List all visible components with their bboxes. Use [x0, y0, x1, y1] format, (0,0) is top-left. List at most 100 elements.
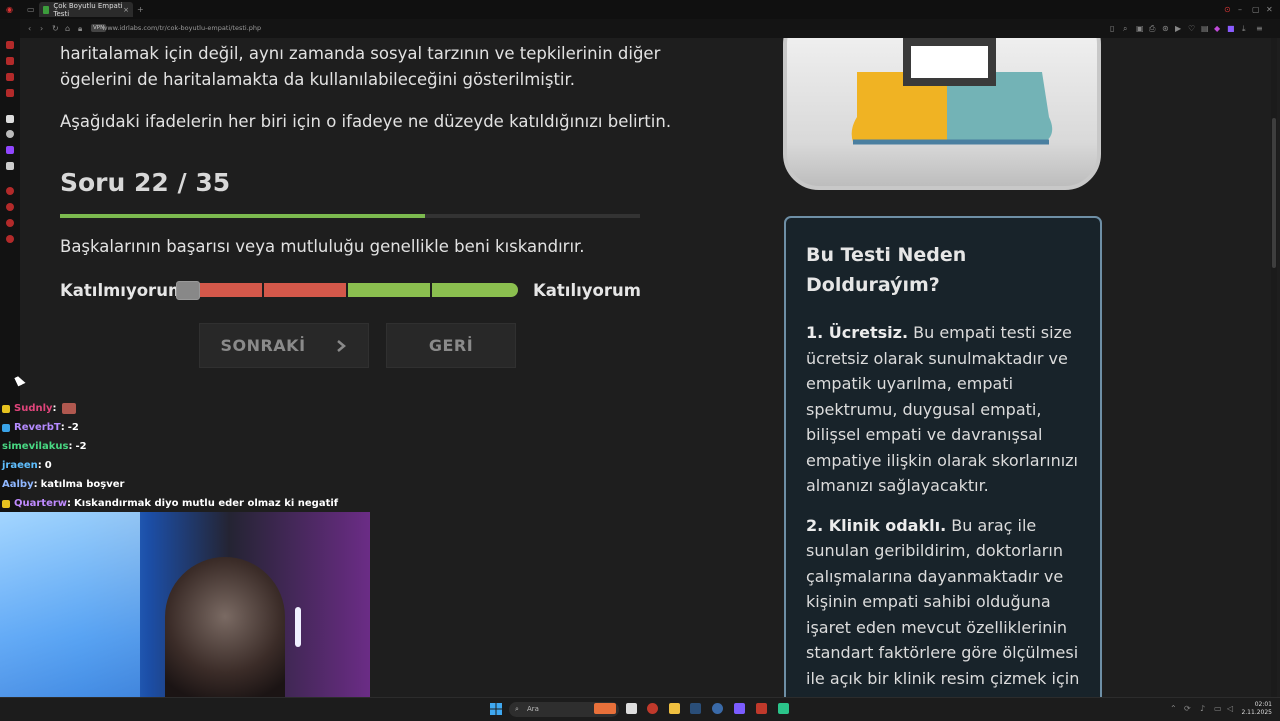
clock-time: 02:01: [1254, 701, 1272, 708]
chat-badge-icon: [2, 423, 10, 432]
tab-list-icon[interactable]: ▭: [27, 0, 35, 19]
sidebar-music-icon[interactable]: [6, 187, 14, 195]
scale-handle[interactable]: [176, 281, 200, 300]
new-tab-icon[interactable]: +: [137, 0, 144, 19]
sidebar-settings-icon[interactable]: [6, 235, 14, 243]
taskbar-steam-icon[interactable]: [690, 703, 701, 714]
screenshot-icon[interactable]: ▣: [1136, 19, 1144, 38]
sidebar-clock-icon[interactable]: [6, 203, 14, 211]
windows-start-icon[interactable]: [490, 703, 502, 715]
chat-username[interactable]: ReverbT: [14, 418, 61, 437]
taskbar-obs-icon[interactable]: [756, 703, 767, 714]
maximize-icon[interactable]: ▢: [1252, 0, 1260, 19]
lock-icon[interactable]: 🔒︎: [78, 19, 82, 38]
scale-segment-3[interactable]: [348, 283, 433, 297]
sidebar-x-icon[interactable]: [6, 162, 14, 170]
chat-username[interactable]: Sudnly: [14, 399, 53, 418]
reason-clinical-line-5: işaret eden mevcut özelliklerinin: [806, 617, 1067, 637]
reason-free-line-7: almanızı sağlayacaktır.: [806, 476, 989, 495]
taskbar-opera-icon[interactable]: [647, 703, 658, 714]
close-window-icon[interactable]: ✕: [1266, 0, 1273, 19]
tray-mic-icon[interactable]: ♪: [1200, 698, 1205, 720]
taskbar-app-icon[interactable]: [712, 703, 723, 714]
taskbar-taskview-icon[interactable]: [626, 703, 637, 714]
scale-segment-4[interactable]: [432, 283, 518, 297]
back-button[interactable]: GERİ: [386, 323, 516, 368]
taskbar-spotify-icon[interactable]: [778, 703, 789, 714]
wallet-icon[interactable]: ▤: [1201, 19, 1209, 38]
stream-chat-overlay: Sudnly : ReverbT : -2 simevilakus : -2 jraeen…: [2, 399, 372, 513]
why-card-title: Bu Testi Neden Dolduraýım?: [806, 240, 1080, 300]
reader-icon[interactable]: ▯: [1110, 19, 1114, 38]
tab-close-icon[interactable]: ×: [123, 6, 129, 14]
sidebar-openai-icon[interactable]: [6, 130, 14, 138]
forward-icon[interactable]: ›: [40, 19, 43, 38]
question-counter: Soru 22 / 35: [60, 168, 231, 197]
why-take-test-card: Bu Testi Neden Dolduraýım? 1. Ücretsiz. …: [784, 216, 1102, 700]
chevron-right-icon: [336, 339, 346, 352]
chat-message: simevilakus : -2: [2, 437, 372, 456]
taskbar-widget-icon[interactable]: [594, 703, 616, 714]
sidebar-twitch-icon[interactable]: [6, 146, 14, 154]
taskbar-discord-icon[interactable]: [734, 703, 745, 714]
next-button[interactable]: SONRAKİ: [199, 323, 369, 368]
sidebar-bag-icon[interactable]: [6, 57, 14, 65]
clock-date: 2.11.2025: [1241, 709, 1272, 716]
tray-chevron-icon[interactable]: ⌃: [1170, 698, 1177, 720]
chat-username[interactable]: Aalby: [2, 475, 34, 494]
bookmark-icon[interactable]: ⎙: [1149, 19, 1155, 38]
question-text: Başkalarının başarısı veya mutluluğu gen…: [60, 237, 585, 256]
sidebar-game-icon[interactable]: [6, 89, 14, 97]
reason-clinical-line-1: Bu araç ile: [946, 515, 1037, 535]
chat-badge-icon: [2, 404, 10, 413]
reason-free-line-6: empatiye ilişkin olarak skorlarınızı: [806, 450, 1078, 470]
history-icon[interactable]: ⊛: [1162, 19, 1169, 38]
sidebar-home-icon[interactable]: [6, 41, 14, 49]
tray-network-icon[interactable]: ⟳: [1184, 698, 1191, 720]
site-favicon-icon: [43, 5, 50, 14]
tab-empati-testi[interactable]: Çok Boyutlu Empati Testi ×: [39, 2, 133, 18]
tray-volume-icon[interactable]: ◁: [1227, 698, 1233, 720]
reason-clinical-line-3: çalışmalarına dayanmaktadır ve: [806, 566, 1064, 586]
next-button-label: SONRAKİ: [220, 336, 306, 355]
extension-icon[interactable]: ◆: [1214, 19, 1220, 38]
profile-icon[interactable]: ■: [1227, 19, 1235, 38]
back-icon[interactable]: ‹: [28, 19, 31, 38]
tray-monitor-icon[interactable]: ▭: [1214, 698, 1222, 720]
download-icon[interactable]: ⤓: [1242, 19, 1246, 38]
back-button-label: GERİ: [428, 336, 474, 355]
sidebar-chat-icon[interactable]: [6, 73, 14, 81]
chat-message: Quarterw : Kıskandırmak diyo mutlu eder o…: [2, 494, 372, 513]
sidebar-app-icon[interactable]: [6, 115, 14, 123]
chat-message: Aalby : katılma boşver: [2, 475, 372, 494]
menu-icon[interactable]: ≡: [1256, 19, 1263, 38]
url-field[interactable]: www.idrlabs.com/tr/cok-boyutlu-empati/te…: [102, 19, 261, 38]
chat-badge-icon: [2, 499, 10, 508]
system-clock[interactable]: 02:01 2.11.2025: [1238, 701, 1272, 717]
reload-icon[interactable]: ↻: [52, 19, 59, 38]
chat-separator: :: [68, 441, 73, 452]
reason-clinical-line-6: standart faktörlere göre ölçülmesi: [806, 643, 1079, 662]
sidebar-history-icon[interactable]: [6, 219, 14, 227]
chat-username[interactable]: Quarterw: [14, 494, 67, 513]
snap-icon[interactable]: ⊙: [1224, 0, 1231, 19]
home-icon[interactable]: ⌂: [65, 19, 70, 38]
scale-segment-2[interactable]: [264, 283, 349, 297]
agreement-scale[interactable]: [178, 283, 518, 297]
chat-text: katılma boşver: [40, 479, 125, 490]
heart-icon[interactable]: ♡: [1188, 19, 1195, 38]
puzzle-logo-icon: [851, 38, 1053, 145]
test-logo-image: [783, 38, 1101, 190]
play-icon[interactable]: ▶: [1175, 19, 1181, 38]
scrollbar-thumb[interactable]: [1272, 118, 1276, 268]
taskbar-explorer-icon[interactable]: [669, 703, 680, 714]
chat-username[interactable]: jraeen: [2, 456, 38, 475]
address-bar: ‹ › ↻ ⌂ 🔒︎ VPN www.idrlabs.com/tr/cok-bo…: [20, 19, 1280, 38]
zoom-icon[interactable]: ⌕: [1123, 19, 1127, 38]
chat-text: -2: [75, 441, 87, 452]
browser-logo-icon[interactable]: ◉: [6, 0, 13, 19]
chat-username[interactable]: simevilakus: [2, 437, 68, 456]
reason-clinical-line-4: kişinin empati sahibi olduğuna: [806, 592, 1051, 611]
minimize-icon[interactable]: –: [1238, 0, 1242, 19]
search-icon: ⌕: [515, 705, 519, 713]
